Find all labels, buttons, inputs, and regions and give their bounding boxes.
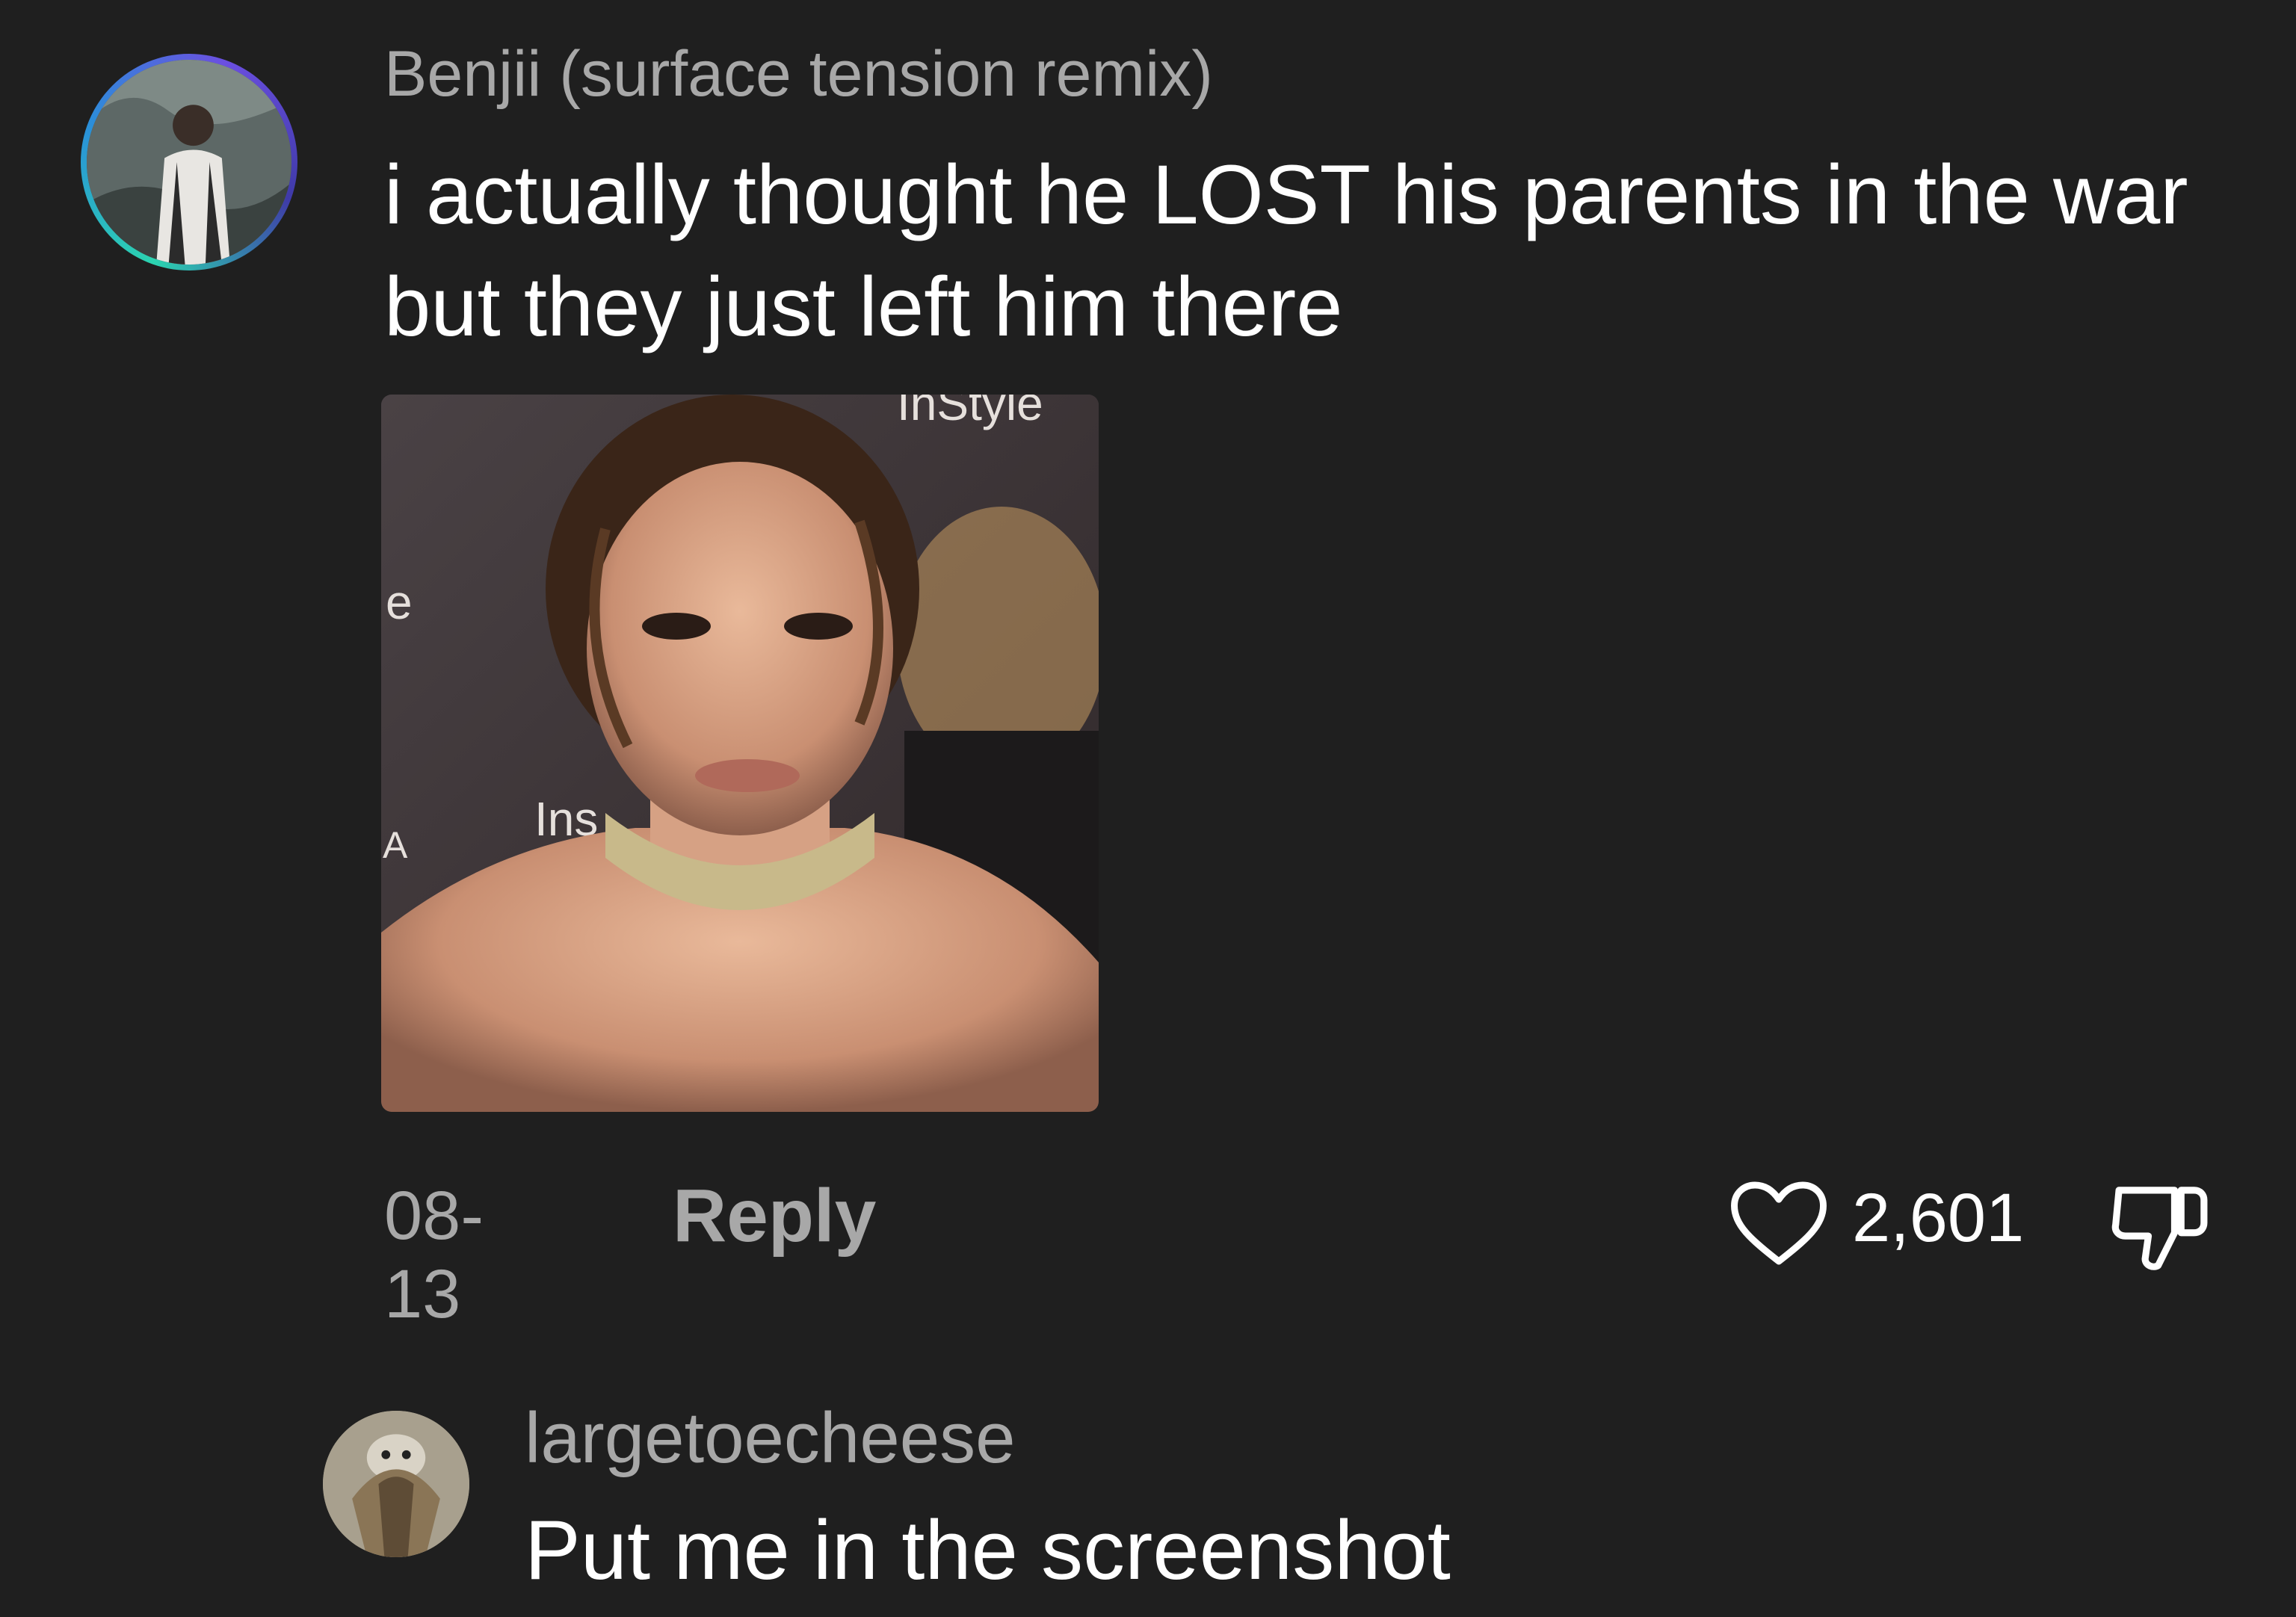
thumbs-down-icon[interactable] <box>2109 1177 2214 1276</box>
comment-image[interactable]: InStyle e A Ins <box>381 395 1099 1112</box>
backdrop-text: InStyle <box>897 395 1043 430</box>
comment-username[interactable]: largetoecheese <box>525 1397 1015 1480</box>
like-count: 2,601 <box>1852 1180 2025 1256</box>
backdrop-text: A <box>383 824 408 866</box>
comment-date: 08-13 <box>384 1178 484 1332</box>
comment-text: Put me in the screenshot <box>525 1503 1451 1597</box>
commenter-avatar[interactable] <box>81 54 297 270</box>
heart-outline-icon[interactable] <box>1728 1178 1830 1268</box>
comment-text: i actually thought he LOST his parents i… <box>384 148 2188 353</box>
backdrop-text: e <box>386 575 413 629</box>
reply-button[interactable]: Reply <box>673 1173 876 1259</box>
commenter-avatar[interactable] <box>323 1411 469 1557</box>
comment-username[interactable]: Benjii (surface tension remix) <box>384 37 1213 111</box>
